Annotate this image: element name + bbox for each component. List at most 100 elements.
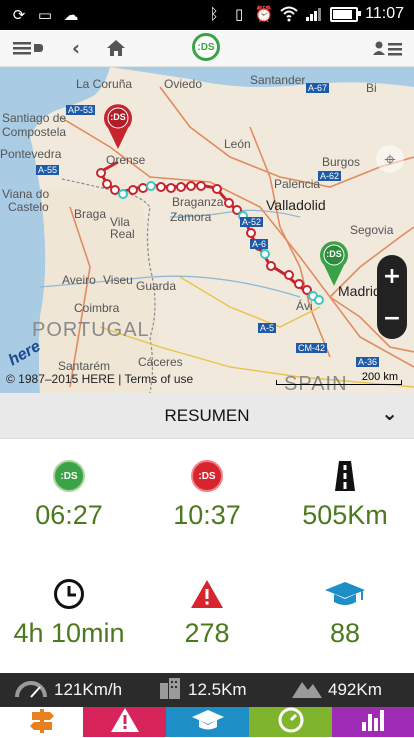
resumen-title: RESUMEN xyxy=(164,406,250,425)
route-point xyxy=(284,270,294,280)
map-label: Guarda xyxy=(136,279,177,293)
map-label: Viseu xyxy=(103,273,133,287)
signal-icon xyxy=(305,5,323,23)
route-point xyxy=(246,228,256,238)
start-time-value: 06:27 xyxy=(35,500,103,530)
max-speed: 121Km/h xyxy=(14,673,122,707)
tab-stats[interactable] xyxy=(332,707,414,737)
map-label: Burgos xyxy=(322,155,361,169)
speedometer-icon xyxy=(14,677,48,704)
home-icon[interactable] xyxy=(104,30,128,66)
tab-bar xyxy=(0,707,414,737)
app-toolbar: ‹ :DS xyxy=(0,30,414,67)
map-label: Santander xyxy=(250,73,306,87)
road-shield: A-55 xyxy=(36,165,60,175)
map-label: Viana do xyxy=(2,187,50,201)
stat-distance: 505Km xyxy=(276,458,414,531)
resumen-header[interactable]: RESUMEN ⌄ xyxy=(0,393,414,439)
tab-fuel[interactable] xyxy=(249,707,332,737)
app-logo[interactable]: :DS xyxy=(192,33,220,61)
road-shield: A-36 xyxy=(356,357,380,367)
map-label: Braga xyxy=(74,207,107,221)
zoom-control: + − xyxy=(377,255,407,339)
start-marker[interactable]: :DS xyxy=(103,102,133,150)
map-label: Castelo xyxy=(8,200,49,214)
route-point xyxy=(156,182,166,192)
route-point xyxy=(212,184,222,194)
cloud-icon: ☁ xyxy=(63,6,79,24)
road-shield: A-52 xyxy=(240,217,264,227)
stat-score: 88 xyxy=(276,576,414,649)
route-map[interactable]: :DS :DS La Coruña Oviedo Santander Bi Sa… xyxy=(0,67,414,393)
road-shield: A-67 xyxy=(306,83,330,93)
back-arrow-icon[interactable]: ‹ xyxy=(64,30,88,66)
map-label: Valladolid xyxy=(266,197,326,213)
mountain-distance: 492Km xyxy=(292,673,382,707)
road-shield: AP-53 xyxy=(66,105,96,115)
buildings-icon xyxy=(158,677,182,704)
vibrate-icon: ▯ xyxy=(235,5,244,23)
map-label: Bi xyxy=(366,81,377,95)
end-marker[interactable]: :DS xyxy=(319,239,349,287)
tab-alerts[interactable] xyxy=(83,707,166,737)
map-label-country: PORTUGAL xyxy=(32,319,150,341)
map-label: Braganza xyxy=(172,195,224,209)
trip-info-bar: 121Km/h 12.5Km 492Km xyxy=(0,673,414,707)
map-label: Cáceres xyxy=(138,355,183,369)
distance-value: 505Km xyxy=(302,500,388,530)
route-point xyxy=(196,181,206,191)
map-label: Santiago de xyxy=(2,111,67,125)
signpost-icon xyxy=(28,707,56,738)
tab-score[interactable] xyxy=(166,707,249,737)
sync-icon: ⟳ xyxy=(12,6,26,24)
tab-route[interactable] xyxy=(0,707,83,737)
route-point xyxy=(128,185,138,195)
mountain-icon xyxy=(292,678,322,703)
end-time-value: 10:37 xyxy=(173,500,241,530)
route-point xyxy=(166,183,176,193)
map-label: Compostela xyxy=(2,125,67,139)
map-label: León xyxy=(224,137,251,151)
image-icon: ▭ xyxy=(37,6,53,24)
warning-icon xyxy=(138,576,276,612)
start-ds-icon: :DS xyxy=(53,460,85,492)
route-point xyxy=(118,189,128,199)
map-label: La Coruña xyxy=(76,77,133,91)
end-ds-icon: :DS xyxy=(191,460,223,492)
stat-alerts: 278 xyxy=(138,576,276,649)
bluetooth-icon: ᛒ xyxy=(209,5,219,23)
map-label: Palencia xyxy=(274,177,321,191)
map-label: Coimbra xyxy=(74,301,120,315)
route-point xyxy=(96,168,106,178)
locate-icon[interactable]: ⌖ xyxy=(376,145,404,173)
clock: 11:07 xyxy=(365,5,404,22)
wifi-icon xyxy=(280,5,298,23)
route-point xyxy=(186,181,196,191)
fuel-gauge-icon xyxy=(278,707,304,738)
zoom-in-button[interactable]: + xyxy=(377,255,407,297)
zoom-out-button[interactable]: − xyxy=(377,297,407,339)
route-point xyxy=(176,182,186,192)
bar-chart-icon xyxy=(360,708,386,737)
map-label: Zamora xyxy=(170,210,212,224)
map-label: Oviedo xyxy=(164,77,203,91)
duration-value: 4h 10min xyxy=(13,618,125,648)
status-bar: ⟳ ▭ ☁ ᛒ ▯ ⏰ 11:07 xyxy=(0,0,414,30)
route-point xyxy=(260,249,270,259)
road-shield: CM-42 xyxy=(296,343,328,353)
road-shield: A-62 xyxy=(318,171,342,181)
stat-duration: 4h 10min xyxy=(0,576,138,649)
warning-icon xyxy=(110,707,140,738)
battery-icon xyxy=(330,6,362,22)
map-label: Madrid xyxy=(338,283,381,299)
user-list-icon[interactable] xyxy=(372,30,404,66)
map-label: Orense xyxy=(106,153,146,167)
road-shield: A-6 xyxy=(250,239,269,249)
route-point xyxy=(146,181,156,191)
menu-icon[interactable] xyxy=(10,30,46,66)
map-scale-label: 200 km xyxy=(361,371,398,383)
map-copyright[interactable]: © 1987–2015 HERE | Terms of use xyxy=(6,372,193,386)
end-marker-label: :DS xyxy=(326,249,342,259)
chevron-down-icon[interactable]: ⌄ xyxy=(381,401,398,425)
clock-icon xyxy=(0,576,138,612)
